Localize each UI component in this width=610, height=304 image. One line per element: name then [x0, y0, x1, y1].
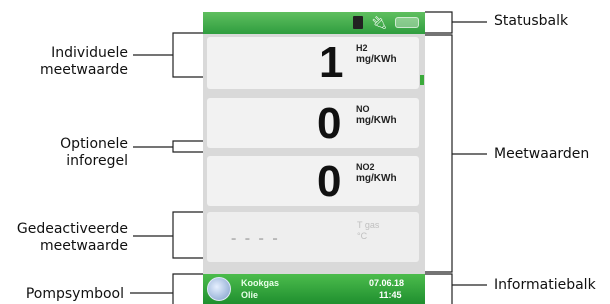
info-sub: Olie: [241, 290, 259, 300]
measurement-value: 0: [317, 99, 342, 148]
measurement-gas: NO2: [356, 162, 375, 172]
battery-icon: [395, 17, 419, 28]
info-time: 11:45: [379, 290, 402, 300]
deactivated-gas: T gas: [357, 220, 380, 230]
info-fuel: Kookgas: [241, 278, 280, 288]
info-bar: Kookgas Olie 07.06.18 11:45: [203, 274, 425, 304]
deactivated-measurement-row: - - - - T gas °C: [207, 212, 419, 262]
memory-card-icon: [353, 16, 363, 29]
measurement-unit: mg/KWh: [356, 54, 397, 65]
measurement-unit: mg/KWh: [356, 115, 397, 126]
measurement-value: 0: [317, 157, 342, 206]
info-date: 07.06.18: [369, 278, 405, 288]
measurement-row: 1 H2 mg/KWh: [207, 37, 419, 89]
deactivated-unit: °C: [357, 231, 368, 241]
measurement-gas: H2: [356, 43, 368, 53]
measurement-row: 0 NO2 mg/KWh: [207, 156, 419, 206]
pump-icon: [207, 277, 231, 301]
measurement-row: 0 NO mg/KWh: [207, 98, 419, 148]
status-bar: 🔌︎: [203, 12, 425, 34]
deactivated-dashes: - - - -: [231, 230, 280, 247]
device-screen: 🔌︎ 1 H2 mg/KWh 0 NO mg/KWh 0 NO2 mg/KWh …: [203, 12, 425, 304]
measurement-gas: NO: [356, 104, 370, 114]
usb-icon: 🔌︎: [371, 15, 388, 30]
scroll-indicator: [420, 75, 424, 85]
measurement-value: 1: [319, 38, 344, 87]
measurement-unit: mg/KWh: [356, 173, 397, 184]
